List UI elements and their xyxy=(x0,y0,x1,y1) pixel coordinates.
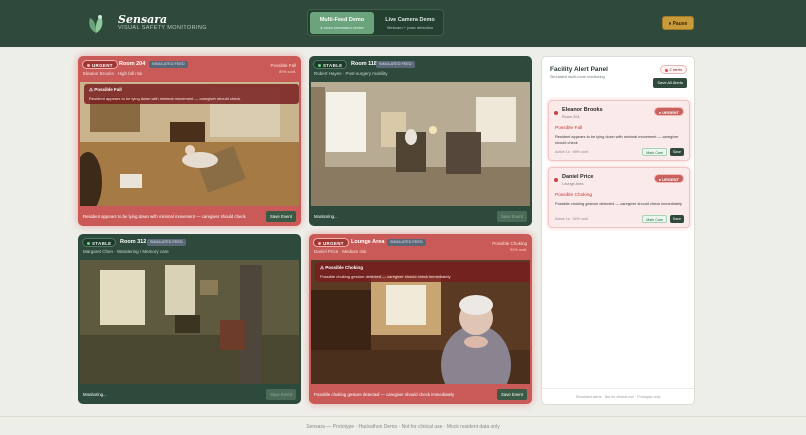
status-badge: URGENT xyxy=(313,238,349,247)
mode-multi-feed-sub: 4-room command center xyxy=(320,25,364,30)
simulated-tag: SIMULATED FEED xyxy=(149,61,188,68)
save-alert-button[interactable]: Save xyxy=(669,148,684,156)
alert-type-tag: Possible Choking 92% conf. xyxy=(492,241,527,252)
save-event-button[interactable]: Save Event xyxy=(266,389,296,400)
alert-resident-name: Eleanor Brooks xyxy=(562,107,603,113)
overlay-title: ⚠ Possible Fall xyxy=(89,87,122,92)
alert-meta: Active 1s · 92% conf. xyxy=(555,217,589,221)
feed-header: STABLE Room 312 SIMULATED FEED Margaret … xyxy=(78,234,301,259)
resident-info: Robert Hayes · Post-surgery mobility xyxy=(314,71,388,76)
confidence: 89% conf. xyxy=(279,70,296,74)
camera-feed xyxy=(311,82,530,206)
pause-icon: ⏸ xyxy=(668,21,672,27)
feed-footer: Monitoring... Save Event xyxy=(309,207,532,226)
camera-feed-image xyxy=(80,260,299,384)
feed-footer: Resident appears to be lying down with m… xyxy=(78,207,301,226)
room-name: Room 118 xyxy=(351,61,377,67)
status-badge: STABLE xyxy=(82,238,117,247)
feed-card-room-118[interactable]: STABLE Room 118 SIMULATED FEED Robert Ha… xyxy=(309,56,532,226)
status-badge: STABLE xyxy=(313,60,348,69)
feed-card-lounge[interactable]: URGENT Lounge Area SIMULATED FEED Daniel… xyxy=(309,234,532,404)
alert-overlay: ⚠ Possible Choking Possible choking gest… xyxy=(315,262,530,282)
top-header: Sensara VISUAL SAFETY MONITORING Multi-F… xyxy=(0,0,806,47)
alert-description: Possible choking gesture detected — care… xyxy=(555,201,682,206)
feed-status-text: Resident appears to be lying down with m… xyxy=(83,214,246,219)
camera-feed: ⚠ Possible Choking Possible choking gest… xyxy=(311,260,530,384)
resident-info: Margaret Chen · Wandering / Memory care xyxy=(83,249,169,254)
page-footer: Sensara — Prototype · Hackathon Demo · N… xyxy=(306,424,500,430)
pause-button[interactable]: ⏸ Pause xyxy=(662,16,694,30)
mark-care-button[interactable]: Mark Care xyxy=(642,148,667,156)
feed-header: STABLE Room 118 SIMULATED FEED Robert Ha… xyxy=(309,56,532,81)
simulated-tag: SIMULATED FEED xyxy=(147,239,186,246)
alert-location: Room 204 xyxy=(562,115,580,119)
alert-meta: Active 1s · 89% conf. xyxy=(555,150,589,154)
mode-live-camera[interactable]: Live Camera Demo Webcam + pose detection xyxy=(378,12,442,34)
resident-info: Daniel Price · Medium risk xyxy=(314,249,367,254)
divider xyxy=(0,416,806,417)
overlay-description: Resident appears to be lying down with m… xyxy=(89,96,241,101)
mode-switch: Multi-Feed Demo 4-room command center Li… xyxy=(307,9,444,36)
alert-card[interactable]: Daniel Price Lounge Area ● URGENT Possib… xyxy=(548,167,690,228)
confidence: 92% conf. xyxy=(510,248,527,252)
save-alert-button[interactable]: Save xyxy=(669,215,684,223)
simulated-tag: SIMULATED FEED xyxy=(387,239,426,246)
feed-card-room-312[interactable]: STABLE Room 312 SIMULATED FEED Margaret … xyxy=(78,234,301,404)
mode-live-camera-label: Live Camera Demo xyxy=(385,17,435,23)
feed-footer: Monitoring... Save Event xyxy=(78,385,301,404)
alert-type: Possible Choking xyxy=(555,193,593,198)
urgent-pill: ● URGENT xyxy=(653,174,684,183)
alert-resident-name: Daniel Price xyxy=(562,174,594,180)
overlay-description: Possible choking gesture detected — care… xyxy=(320,274,451,279)
mode-multi-feed-label: Multi-Feed Demo xyxy=(319,17,365,23)
feed-card-room-204[interactable]: URGENT Room 204 SIMULATED FEED Eleanor B… xyxy=(78,56,301,226)
alert-count-badge: 2 alerts xyxy=(659,65,687,74)
alert-type: Possible Choking xyxy=(492,241,527,246)
alert-type-tag: Possible Fall 89% conf. xyxy=(270,63,296,74)
resident-info: Eleanor Brooks · High fall risk xyxy=(83,71,143,76)
feed-status-text: Possible choking gesture detected — care… xyxy=(314,392,455,397)
feed-status-text: Monitoring... xyxy=(83,392,107,397)
camera-feed: ⚠ Possible Fall Resident appears to be l… xyxy=(80,82,299,206)
panel-subtitle: Simulated multi-room monitoring xyxy=(550,75,605,79)
urgent-pill: ● URGENT xyxy=(653,107,684,116)
alert-type: Possible Fall xyxy=(270,63,296,68)
alert-card[interactable]: Eleanor Brooks Room 204 ● URGENT Possibl… xyxy=(548,100,690,161)
save-event-button[interactable]: Save Event xyxy=(497,389,527,400)
camera-feed xyxy=(80,260,299,384)
save-event-button[interactable]: Save Event xyxy=(266,211,296,222)
leaf-logo-icon xyxy=(89,15,103,33)
feed-header: URGENT Lounge Area SIMULATED FEED Daniel… xyxy=(309,234,532,259)
alert-dot-icon xyxy=(554,111,558,115)
mode-multi-feed[interactable]: Multi-Feed Demo 4-room command center xyxy=(310,12,374,34)
save-event-button[interactable]: Save Event xyxy=(497,211,527,222)
simulated-tag: SIMULATED FEED xyxy=(376,61,415,68)
alert-overlay: ⚠ Possible Fall Resident appears to be l… xyxy=(84,84,299,104)
panel-footer: Simulated alerts · Not for clinical use … xyxy=(575,395,661,399)
mark-care-button[interactable]: Mark Care xyxy=(642,215,667,223)
feed-footer: Possible choking gesture detected — care… xyxy=(309,385,532,404)
room-name: Room 312 xyxy=(120,239,147,245)
camera-feed-image xyxy=(311,82,530,206)
feed-header: URGENT Room 204 SIMULATED FEED Eleanor B… xyxy=(78,56,301,81)
mode-live-camera-sub: Webcam + pose detection xyxy=(386,25,434,30)
status-badge: URGENT xyxy=(82,60,118,69)
facility-alert-panel: Facility Alert Panel Simulated multi-roo… xyxy=(541,56,695,405)
save-all-alerts-button[interactable]: Save All Alerts xyxy=(653,78,687,88)
room-name: Room 204 xyxy=(119,61,146,67)
overlay-title: ⚠ Possible Choking xyxy=(320,265,364,270)
room-name: Lounge Area xyxy=(351,239,385,245)
alert-dot-icon xyxy=(554,178,558,182)
panel-title: Facility Alert Panel xyxy=(550,66,608,73)
feed-status-text: Monitoring... xyxy=(314,214,338,219)
brand-subtitle: VISUAL SAFETY MONITORING xyxy=(118,25,207,31)
divider xyxy=(542,388,694,389)
pause-label: Pause xyxy=(672,21,688,27)
alert-description: Resident appears to be lying down with m… xyxy=(555,134,679,145)
alert-type: Possible Fall xyxy=(555,126,583,131)
alert-location: Lounge Area xyxy=(562,182,584,186)
